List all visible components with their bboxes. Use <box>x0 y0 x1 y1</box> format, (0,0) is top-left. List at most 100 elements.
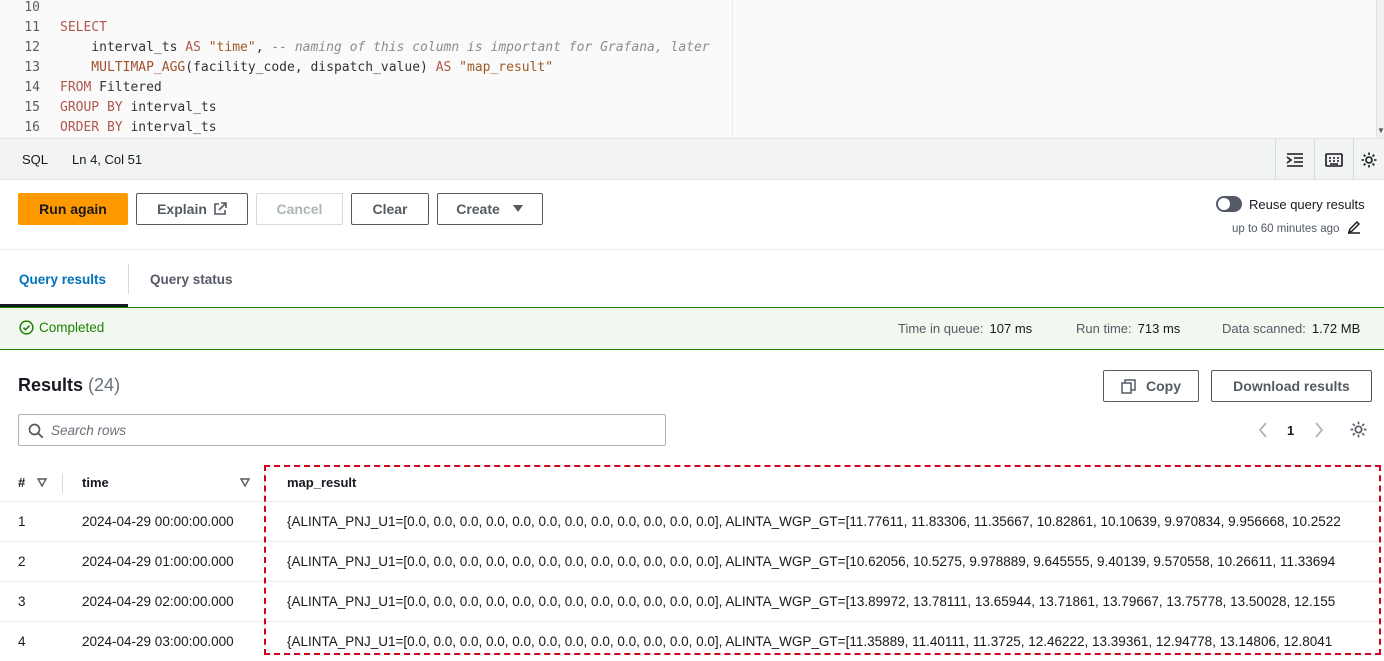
row-time: 2024-04-29 03:00:00.000 <box>82 634 234 649</box>
code-text: GROUP BY interval_ts <box>60 98 217 118</box>
code-text: ORDER BY interval_ts <box>60 118 217 138</box>
data-scanned: Data scanned: 1.72 MB <box>1222 321 1361 336</box>
row-index: 4 <box>18 634 26 649</box>
toggle-knob <box>1218 198 1230 210</box>
scroll-down-arrow-icon[interactable]: ▼ <box>1377 126 1384 135</box>
editor-scrollbar[interactable]: ▼ <box>1376 0 1384 138</box>
sort-down-icon[interactable] <box>240 478 250 487</box>
table-header: # time map_result <box>0 463 1384 502</box>
copy-button[interactable]: Copy <box>1103 370 1199 402</box>
code-text: interval_ts AS "time", -- naming of this… <box>60 38 710 58</box>
sql-editor[interactable]: 10 11 SELECT 12 interval_ts AS "time", -- n… <box>0 0 1384 139</box>
code-token: GROUP BY <box>60 100 123 115</box>
keyboard-icon[interactable] <box>1314 139 1353 180</box>
status-text: Completed <box>39 320 105 335</box>
line-number: 11 <box>24 20 40 35</box>
tab-query-status[interactable]: Query status <box>150 272 233 287</box>
code-text: FROM Filtered <box>60 78 162 98</box>
code-token: AS <box>435 60 452 75</box>
column-header-time[interactable]: time <box>82 475 109 490</box>
clear-label: Clear <box>372 201 408 217</box>
reuse-age-text: up to 60 minutes ago <box>1232 223 1340 235</box>
line-number: 15 <box>24 100 40 115</box>
caret-down-icon <box>512 205 523 212</box>
row-map-result: {ALINTA_PNJ_U1=[0.0, 0.0, 0.0, 0.0, 0.0,… <box>287 634 1333 649</box>
row-index: 3 <box>18 594 26 609</box>
code-line: 12 interval_ts AS "time", -- naming of t… <box>0 38 709 58</box>
explain-button[interactable]: Explain <box>136 193 248 225</box>
gear-icon[interactable] <box>1353 139 1384 180</box>
table-row[interactable]: 1 2024-04-29 00:00:00.000 {ALINTA_PNJ_U1… <box>0 502 1384 542</box>
code-line: 15 GROUP BY interval_ts <box>0 98 216 118</box>
code-text: MULTIMAP_AGG(facility_code, dispatch_val… <box>60 58 553 78</box>
row-index: 2 <box>18 554 26 569</box>
results-title: Results (24) <box>18 375 121 395</box>
clear-button[interactable]: Clear <box>351 193 429 225</box>
table-settings-gear-icon[interactable] <box>1349 420 1368 439</box>
reuse-results-toggle[interactable] <box>1216 196 1242 212</box>
table-row[interactable]: 2 2024-04-29 01:00:00.000 {ALINTA_PNJ_U1… <box>0 542 1384 582</box>
reuse-results-label: Reuse query results <box>1249 197 1365 212</box>
create-button[interactable]: Create <box>437 193 543 225</box>
column-separator[interactable] <box>62 473 63 493</box>
run-again-button[interactable]: Run again <box>18 193 128 225</box>
copy-label: Copy <box>1146 378 1181 394</box>
code-token: AS <box>185 40 201 55</box>
tab-query-results[interactable]: Query results <box>19 272 106 287</box>
code-line: 14 FROM Filtered <box>0 78 161 98</box>
code-line: 11 SELECT <box>0 18 107 38</box>
next-page-icon[interactable] <box>1313 421 1325 439</box>
code-token: MULTIMAP_AGG <box>60 60 186 75</box>
code-token: ORDER BY <box>60 120 123 135</box>
query-status-bar: Completed Time in queue: 107 ms Run time:… <box>0 307 1384 350</box>
row-index: 1 <box>18 514 26 529</box>
table-row[interactable]: 3 2024-04-29 02:00:00.000 {ALINTA_PNJ_U1… <box>0 582 1384 622</box>
reuse-results-age[interactable]: up to 60 minutes ago <box>1232 220 1361 235</box>
edit-icon[interactable] <box>1347 220 1361 234</box>
row-map-result: {ALINTA_PNJ_U1=[0.0, 0.0, 0.0, 0.0, 0.0,… <box>287 514 1341 529</box>
cursor-position: Ln 4, Col 51 <box>72 152 143 167</box>
editor-column-guide <box>732 0 733 138</box>
run-time: Run time: 713 ms <box>1076 321 1181 336</box>
row-time: 2024-04-29 01:00:00.000 <box>82 554 234 569</box>
code-token: interval_ts <box>122 100 217 115</box>
code-text: SELECT <box>60 18 107 38</box>
download-label: Download results <box>1233 378 1350 394</box>
indent-icon[interactable] <box>1275 139 1314 180</box>
code-token: FROM <box>60 80 92 95</box>
search-rows-input[interactable]: Search rows <box>18 414 666 446</box>
status-completed: Completed <box>19 320 104 335</box>
results-count: (24) <box>88 375 121 395</box>
search-placeholder: Search rows <box>51 423 127 438</box>
column-header-index[interactable]: # <box>18 475 25 490</box>
column-separator[interactable] <box>264 473 265 493</box>
code-token: SELECT <box>60 20 107 35</box>
line-number: 12 <box>24 40 40 55</box>
column-header-map-result[interactable]: map_result <box>287 475 356 490</box>
code-line: 16 ORDER BY interval_ts <box>0 118 216 138</box>
copy-icon <box>1121 378 1136 394</box>
code-token: -- naming of this column is important fo… <box>271 40 710 55</box>
code-line: 10 <box>0 0 40 18</box>
code-token: "map_result" <box>451 60 554 75</box>
line-number: 14 <box>24 80 40 95</box>
editor-language: SQL <box>22 152 49 167</box>
row-map-result: {ALINTA_PNJ_U1=[0.0, 0.0, 0.0, 0.0, 0.0,… <box>287 594 1336 609</box>
row-map-result: {ALINTA_PNJ_U1=[0.0, 0.0, 0.0, 0.0, 0.0,… <box>287 554 1336 569</box>
cancel-button[interactable]: Cancel <box>256 193 343 225</box>
code-token: (facility_code, dispatch_value) <box>185 60 436 75</box>
page-number[interactable]: 1 <box>1287 423 1294 438</box>
prev-page-icon[interactable] <box>1257 421 1269 439</box>
create-label: Create <box>456 201 500 217</box>
code-token: Filtered <box>91 80 162 95</box>
table-row[interactable]: 4 2024-04-29 03:00:00.000 {ALINTA_PNJ_U1… <box>0 622 1384 661</box>
run-again-label: Run again <box>39 201 107 217</box>
line-number: 10 <box>24 0 40 15</box>
code-line: 13 MULTIMAP_AGG(facility_code, dispatch_… <box>0 58 553 78</box>
row-time: 2024-04-29 00:00:00.000 <box>82 514 234 529</box>
download-results-button[interactable]: Download results <box>1211 370 1372 402</box>
sort-down-icon[interactable] <box>37 478 47 487</box>
code-token: interval_ts <box>60 40 186 55</box>
code-token: interval_ts <box>122 120 217 135</box>
line-number: 16 <box>24 120 40 135</box>
